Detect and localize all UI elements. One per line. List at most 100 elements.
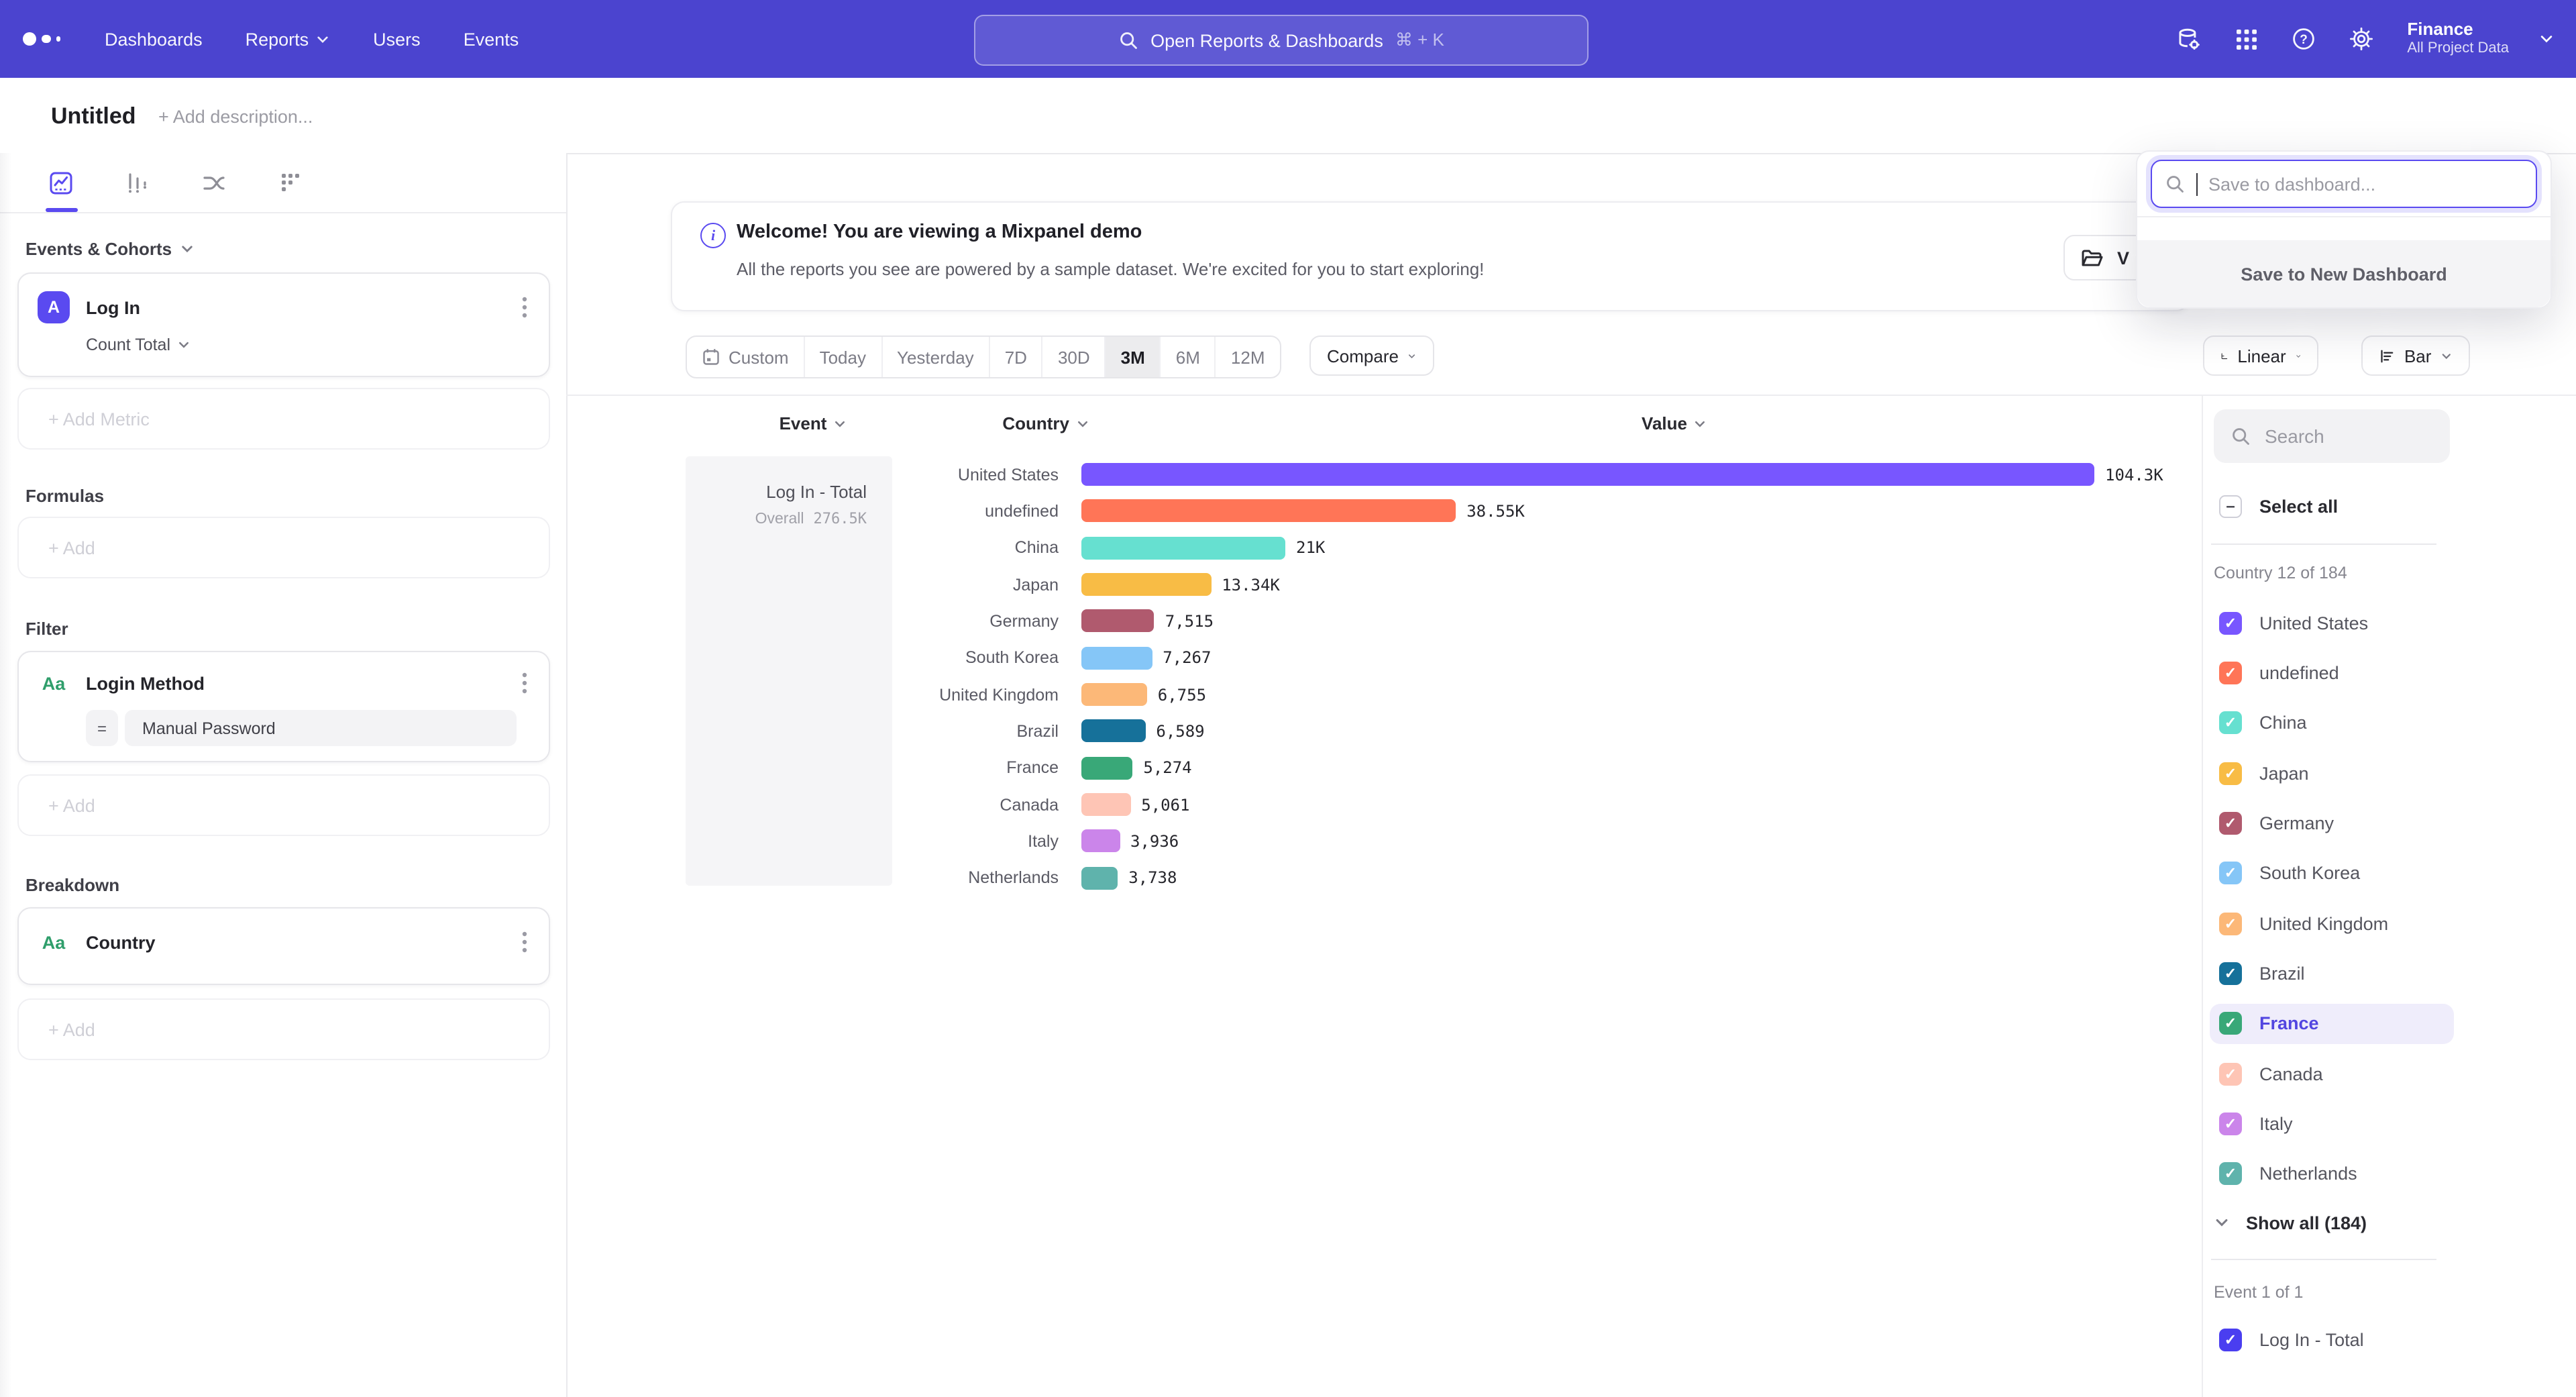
country-item-germany[interactable]: ✓Germany xyxy=(2210,803,2454,843)
filter-value[interactable]: Manual Password xyxy=(125,710,517,746)
country-item-brazil[interactable]: ✓Brazil xyxy=(2210,953,2454,994)
event-checkbox[interactable]: ✓ xyxy=(2219,1328,2242,1351)
breakdown-kebab-icon[interactable] xyxy=(519,929,530,955)
bar[interactable] xyxy=(1081,610,1155,633)
add-description-button[interactable]: + Add description... xyxy=(158,107,313,127)
scale-selector-button[interactable]: Linear xyxy=(2203,335,2318,376)
country-checkbox[interactable]: ✓ xyxy=(2219,812,2242,835)
bar[interactable] xyxy=(1081,866,1118,889)
view-sample-dashboard-button[interactable]: V xyxy=(2063,235,2147,280)
select-all-row[interactable]: – Select all xyxy=(2210,486,2454,526)
range-yesterday[interactable]: Yesterday xyxy=(881,337,989,377)
nav-item-users[interactable]: Users xyxy=(373,29,421,49)
text-cursor xyxy=(2196,172,2198,195)
events-cohorts-header[interactable]: Events & Cohorts xyxy=(25,239,566,259)
filter-property-name[interactable]: Login Method xyxy=(86,673,519,693)
tab-insights[interactable] xyxy=(48,170,74,195)
add-filter-button[interactable]: + Add xyxy=(17,774,550,836)
country-checkbox[interactable]: ✓ xyxy=(2219,762,2242,784)
country-checkbox[interactable]: ✓ xyxy=(2219,611,2242,634)
apps-grid-icon[interactable] xyxy=(2235,28,2258,50)
chart-row: Brazil6,589 xyxy=(892,713,2202,750)
country-checkbox[interactable]: ✓ xyxy=(2219,1113,2242,1135)
range-6m[interactable]: 6M xyxy=(1160,337,1215,377)
add-formula-button[interactable]: + Add xyxy=(17,517,550,578)
bar[interactable] xyxy=(1081,646,1152,669)
range-custom[interactable]: Custom xyxy=(687,337,804,377)
bar[interactable] xyxy=(1081,463,2094,486)
bar-category-label: China xyxy=(892,539,1081,558)
range-today[interactable]: Today xyxy=(804,337,881,377)
nav-item-dashboards[interactable]: Dashboards xyxy=(105,29,203,49)
country-item-united-states[interactable]: ✓United States xyxy=(2210,603,2454,643)
tab-funnels[interactable] xyxy=(125,170,150,195)
aggregation-selector[interactable]: Count Total xyxy=(86,335,549,354)
data-management-icon[interactable] xyxy=(2176,26,2202,52)
event-item-row[interactable]: ✓ Log In - Total xyxy=(2210,1319,2454,1359)
help-icon[interactable]: ? xyxy=(2292,27,2316,51)
range-7d[interactable]: 7D xyxy=(989,337,1042,377)
country-item-canada[interactable]: ✓Canada xyxy=(2210,1053,2454,1094)
country-item-china[interactable]: ✓China xyxy=(2210,703,2454,743)
compare-button[interactable]: Compare xyxy=(1309,335,1434,376)
country-checkbox[interactable]: ✓ xyxy=(2219,1162,2242,1185)
tab-flows[interactable] xyxy=(201,170,227,195)
country-checkbox[interactable]: ✓ xyxy=(2219,711,2242,734)
nav-item-reports[interactable]: Reports xyxy=(246,29,331,49)
bar[interactable] xyxy=(1081,573,1211,596)
country-checkbox[interactable]: ✓ xyxy=(2219,1012,2242,1035)
select-all-checkbox[interactable]: – xyxy=(2219,495,2242,517)
bar[interactable] xyxy=(1081,720,1145,743)
metric-event-name[interactable]: Log In xyxy=(86,297,519,317)
add-metric-button[interactable]: + Add Metric xyxy=(17,388,550,450)
event-series-panel[interactable]: Log In - Total Overall 276.5K xyxy=(686,456,892,886)
country-item-italy[interactable]: ✓Italy xyxy=(2210,1104,2454,1144)
country-checkbox[interactable]: ✓ xyxy=(2219,1062,2242,1085)
bar[interactable] xyxy=(1081,536,1285,559)
bar[interactable] xyxy=(1081,500,1456,523)
country-item-south-korea[interactable]: ✓South Korea xyxy=(2210,853,2454,893)
settings-gear-icon[interactable] xyxy=(2349,27,2373,51)
bar[interactable] xyxy=(1081,830,1120,853)
column-header-event[interactable]: Event xyxy=(750,413,876,433)
save-dashboard-search-input[interactable]: Save to dashboard... xyxy=(2151,160,2537,208)
column-header-country[interactable]: Country xyxy=(939,413,1089,433)
calendar-icon xyxy=(702,348,720,366)
country-checkbox[interactable]: ✓ xyxy=(2219,662,2242,684)
report-title[interactable]: Untitled xyxy=(51,103,136,130)
string-property-icon: Aa xyxy=(38,673,70,693)
metric-card[interactable]: A Log In Count Total xyxy=(17,272,550,377)
global-search-bar[interactable]: Open Reports & Dashboards ⌘ + K xyxy=(974,15,1589,66)
filter-kebab-icon[interactable] xyxy=(519,670,530,696)
country-item-united-kingdom[interactable]: ✓United Kingdom xyxy=(2210,903,2454,943)
filter-card[interactable]: Aa Login Method = Manual Password xyxy=(17,651,550,762)
metric-kebab-icon[interactable] xyxy=(519,294,530,321)
bar-category-label: Japan xyxy=(892,575,1081,594)
range-30d[interactable]: 30D xyxy=(1042,337,1105,377)
tab-retention[interactable] xyxy=(278,170,303,195)
country-checkbox[interactable]: ✓ xyxy=(2219,962,2242,985)
country-item-japan[interactable]: ✓Japan xyxy=(2210,753,2454,793)
chart-type-button[interactable]: Bar xyxy=(2361,335,2470,376)
save-to-new-dashboard-button[interactable]: Save to New Dashboard xyxy=(2137,240,2551,307)
country-item-france[interactable]: ✓France xyxy=(2210,1003,2454,1043)
segment-search-input[interactable]: Search xyxy=(2214,409,2450,463)
filter-operator[interactable]: = xyxy=(86,710,118,746)
bar[interactable] xyxy=(1081,683,1147,706)
bar[interactable] xyxy=(1081,756,1132,779)
country-checkbox[interactable]: ✓ xyxy=(2219,912,2242,935)
range-3m[interactable]: 3M xyxy=(1105,337,1160,377)
mixpanel-logo-icon[interactable] xyxy=(23,32,68,46)
range-12m[interactable]: 12M xyxy=(1215,337,1280,377)
country-checkbox[interactable]: ✓ xyxy=(2219,862,2242,884)
add-breakdown-button[interactable]: + Add xyxy=(17,998,550,1060)
country-item-netherlands[interactable]: ✓Netherlands xyxy=(2210,1153,2454,1194)
nav-item-events[interactable]: Events xyxy=(464,29,519,49)
breakdown-property-name[interactable]: Country xyxy=(86,932,519,952)
breakdown-card[interactable]: Aa Country xyxy=(17,907,550,985)
project-switcher[interactable]: Finance All Project Data xyxy=(2407,19,2555,59)
show-all-button[interactable]: Show all (184) xyxy=(2214,1202,2367,1243)
bar[interactable] xyxy=(1081,793,1130,816)
country-item-undefined[interactable]: ✓undefined xyxy=(2210,653,2454,693)
column-header-value[interactable]: Value xyxy=(1607,413,1741,433)
